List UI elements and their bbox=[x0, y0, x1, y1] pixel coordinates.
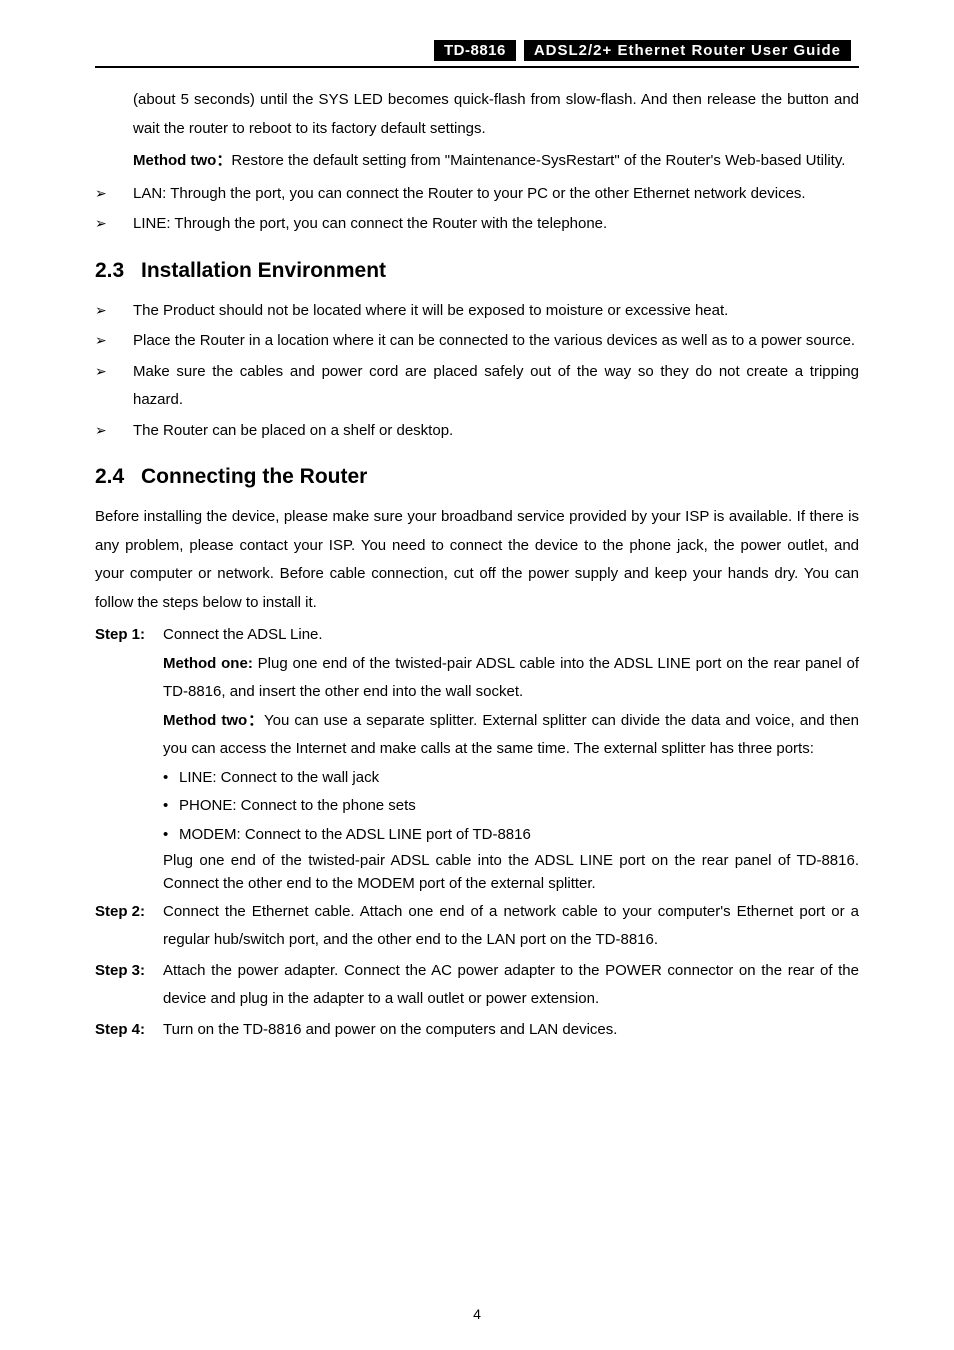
step1-lead: Connect the ADSL Line. bbox=[163, 621, 859, 650]
section-title: Installation Environment bbox=[141, 259, 386, 282]
list-item: The Product should not be located where … bbox=[95, 297, 859, 326]
intro-pre-text: (about 5 seconds) until the SYS LED beco… bbox=[133, 86, 859, 143]
step-label: Step 1: bbox=[95, 621, 163, 896]
section-heading-2-3: 2.3Installation Environment bbox=[95, 259, 859, 283]
list-item: The Router can be placed on a shelf or d… bbox=[95, 417, 859, 446]
intro-bullets: LAN: Through the port, you can connect t… bbox=[95, 180, 859, 239]
section-title: Connecting the Router bbox=[141, 465, 367, 488]
method-two-label: Method two： bbox=[163, 712, 264, 729]
step-body: Connect the ADSL Line. Method one: Plug … bbox=[163, 621, 859, 896]
step-label: Step 3: bbox=[95, 957, 163, 1014]
step1-method-one: Method one: Plug one end of the twisted-… bbox=[163, 650, 859, 707]
list-item: Make sure the cables and power cord are … bbox=[95, 358, 859, 415]
step-2: Step 2: Connect the Ethernet cable. Atta… bbox=[95, 898, 859, 955]
step-body: Turn on the TD-8816 and power on the com… bbox=[163, 1016, 859, 1045]
section-2-3-bullets: The Product should not be located where … bbox=[95, 297, 859, 446]
intro-method-two: Method two：Restore the default setting f… bbox=[133, 147, 859, 176]
step-body: Attach the power adapter. Connect the AC… bbox=[163, 957, 859, 1014]
method-one-text: Plug one end of the twisted-pair ADSL ca… bbox=[163, 655, 859, 701]
section-number: 2.3 bbox=[95, 259, 141, 283]
step1-ports: LINE: Connect to the wall jack PHONE: Co… bbox=[163, 764, 859, 850]
method-two-text: Restore the default setting from "Mainte… bbox=[231, 152, 845, 169]
page-number: 4 bbox=[0, 1306, 954, 1322]
list-item: LINE: Through the port, you can connect … bbox=[95, 210, 859, 239]
step-label: Step 4: bbox=[95, 1016, 163, 1045]
section-heading-2-4: 2.4Connecting the Router bbox=[95, 465, 859, 489]
method-two-text: You can use a separate splitter. Externa… bbox=[163, 712, 859, 758]
intro-continuation: (about 5 seconds) until the SYS LED beco… bbox=[95, 86, 859, 176]
page-container: TD-8816 ADSL2/2+ Ethernet Router User Gu… bbox=[0, 0, 954, 1350]
header-model: TD-8816 bbox=[434, 40, 516, 61]
list-item: PHONE: Connect to the phone sets bbox=[163, 792, 859, 821]
list-item: LAN: Through the port, you can connect t… bbox=[95, 180, 859, 209]
list-item: LINE: Connect to the wall jack bbox=[163, 764, 859, 793]
step-body: Connect the Ethernet cable. Attach one e… bbox=[163, 898, 859, 955]
list-item: MODEM: Connect to the ADSL LINE port of … bbox=[163, 821, 859, 850]
header-title: ADSL2/2+ Ethernet Router User Guide bbox=[524, 40, 851, 61]
step-4: Step 4: Turn on the TD-8816 and power on… bbox=[95, 1016, 859, 1045]
method-one-label: Method one: bbox=[163, 655, 253, 672]
list-item: Place the Router in a location where it … bbox=[95, 327, 859, 356]
step1-method-two: Method two：You can use a separate splitt… bbox=[163, 707, 859, 764]
step1-tail: Plug one end of the twisted-pair ADSL ca… bbox=[163, 849, 859, 896]
step-label: Step 2: bbox=[95, 898, 163, 955]
section-2-4-intro: Before installing the device, please mak… bbox=[95, 503, 859, 617]
method-two-label: Method two： bbox=[133, 152, 231, 169]
step-3: Step 3: Attach the power adapter. Connec… bbox=[95, 957, 859, 1014]
section-number: 2.4 bbox=[95, 465, 141, 489]
page-header: TD-8816 ADSL2/2+ Ethernet Router User Gu… bbox=[95, 40, 859, 68]
steps-container: Step 1: Connect the ADSL Line. Method on… bbox=[95, 621, 859, 1044]
step-1: Step 1: Connect the ADSL Line. Method on… bbox=[95, 621, 859, 896]
